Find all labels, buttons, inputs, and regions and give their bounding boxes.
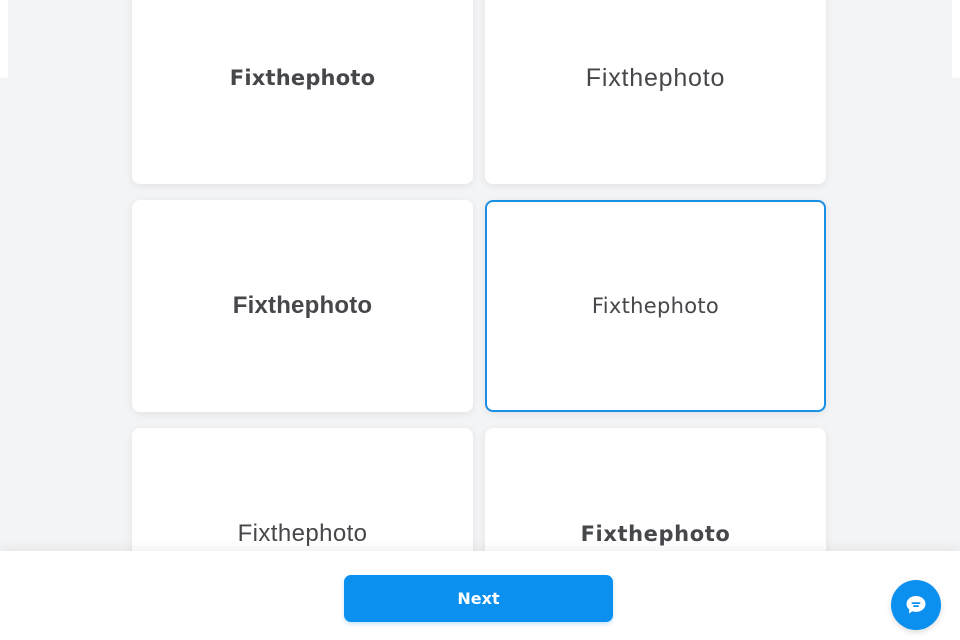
logo-text: Fixthephoto (229, 66, 376, 90)
logo-option-2[interactable]: Fixthephoto (485, 0, 826, 184)
logo-text: Fixthephoto (591, 294, 720, 318)
logo-option-3[interactable]: Fixthephoto (132, 200, 473, 412)
chat-button[interactable] (891, 580, 941, 630)
chat-bubble-icon (906, 596, 926, 614)
logo-text: Fixthephoto (232, 292, 373, 319)
logo-option-4-selected[interactable]: Fixthephoto (485, 200, 826, 412)
logo-text: Fixthephoto (580, 522, 731, 546)
logo-option-1[interactable]: Fixthephoto (132, 0, 473, 184)
logo-text: Fixthephoto (585, 63, 726, 92)
next-button[interactable]: Next (344, 575, 613, 622)
logo-picker-page: Fixthephoto Fixthephoto Fixthephoto Fixt… (0, 0, 960, 640)
logo-text: Fixthephoto (237, 520, 368, 547)
footer-bar: Next (0, 551, 960, 640)
logo-grid: Fixthephoto Fixthephoto Fixthephoto Fixt… (132, 0, 826, 640)
